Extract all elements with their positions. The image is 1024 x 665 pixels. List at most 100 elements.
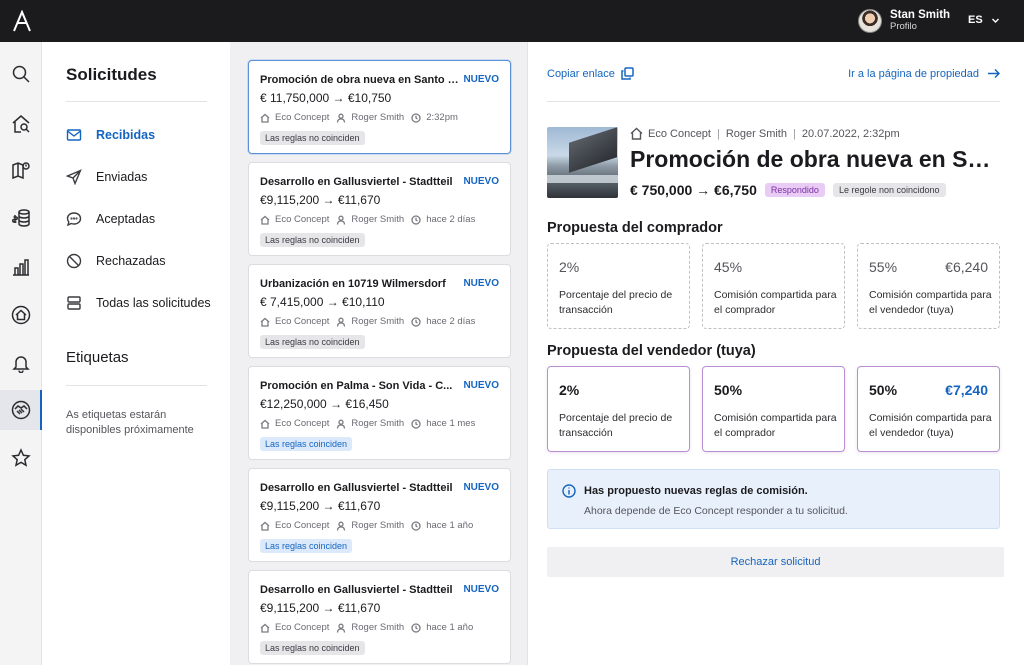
box-label: Comisión compartida para el vendedor (tu… [869,412,992,439]
language-selector[interactable]: ES [968,14,1000,26]
sidebar-item-aceptadas[interactable]: Aceptadas [66,209,155,229]
go-to-property-link[interactable]: Ir a la página de propiedad [848,67,1000,80]
request-agent: Roger Smith [351,520,405,531]
avatar [858,9,882,33]
request-detail: Copiar enlace Ir a la página de propieda… [529,42,1024,665]
house-circle-icon [11,305,31,325]
request-time: hace 2 días [426,214,476,225]
separator: | [792,127,796,140]
box-value: 55% [869,259,898,275]
request-meta: Eco Concept Roger Smith hace 1 mes [260,418,482,429]
clock-icon [411,520,421,531]
request-meta: Eco Concept Roger Smith 2:32pm [260,112,465,123]
request-card[interactable]: Promoción en Palma - Son Vida - C... NUE… [248,366,511,460]
info-title: Has propuesto nuevas reglas de comisión. [584,485,808,497]
rule-badge: Las reglas no coinciden [260,131,365,145]
sidebar-item-label: Aceptadas [96,212,156,226]
request-agent: Roger Smith [351,214,405,225]
rail-home[interactable] [0,295,42,335]
rail-notifications[interactable] [0,343,42,383]
sidebar-item-label: Enviadas [96,170,148,184]
request-title: Promoción de obra nueva en Santo Est... [260,74,460,86]
user-menu[interactable]: Stan Smith Profilo [858,8,950,34]
request-price: €9,115,200 → €11,670 [260,193,381,207]
detail-title: Promoción de obra nueva en San... [630,146,1000,172]
sidebar-item-label: Rechazadas [96,254,166,268]
search-icon [12,65,30,83]
request-time: hace 2 días [426,316,476,327]
request-agent: Roger Smith [351,418,405,429]
user-icon [337,623,346,633]
request-company: Eco Concept [275,316,330,327]
handshake-icon [11,400,31,420]
sidebar-item-todas[interactable]: Todas las solicitudes [66,293,211,313]
reject-request-button[interactable]: Rechazar solicitud [547,547,1004,577]
request-time: hace 1 año [426,520,474,531]
request-meta: Eco Concept Roger Smith hace 1 año [260,622,480,633]
request-agent: Roger Smith [351,316,405,327]
copy-link-button[interactable]: Copiar enlace [547,67,634,80]
request-time: 2:32pm [426,112,458,123]
sidebar-item-label: Todas las solicitudes [96,296,211,310]
request-company: Eco Concept [275,418,330,429]
request-company: Eco Concept [275,622,330,633]
user-profile-label: Profilo [890,21,917,33]
rail-favorites[interactable] [0,438,42,478]
bell-icon [12,356,30,373]
house-icon [630,127,643,140]
request-agent: Roger Smith [351,112,405,123]
copy-icon [621,67,634,80]
tags-title: Etiquetas [66,349,129,366]
rail-deals[interactable] [0,390,42,430]
request-meta: Eco Concept Roger Smith hace 1 año [260,520,480,531]
info-icon [562,484,576,498]
request-title: Desarrollo en Gallusviertel - Stadtteil [260,482,453,494]
divider [66,101,207,102]
request-title: Promoción en Palma - Son Vida - C... [260,380,453,392]
sidebar-item-rechazadas[interactable]: Rechazadas [66,251,166,271]
user-icon [337,521,346,531]
chevron-down-icon [991,18,999,23]
rail-finance[interactable] [0,198,42,238]
blocked-icon [66,253,82,269]
seller-percentage-box[interactable]: 2% Porcentaje del precio de transacción [547,366,690,452]
buyer-proposal-title: Propuesta del comprador [547,220,723,236]
user-icon [337,317,346,327]
rule-badge: Le regole non coincidono [832,183,946,197]
map-pin-icon [12,162,30,180]
request-company: Eco Concept [275,214,330,225]
request-card[interactable]: Promoción de obra nueva en Santo Est... … [248,60,511,154]
rail-map[interactable] [0,150,42,190]
rail-analytics[interactable] [0,247,42,287]
app-logo-icon[interactable] [12,10,32,32]
chat-icon [66,212,82,227]
detail-meta: Eco Concept | Roger Smith | 20.07.2022, … [630,127,900,140]
chart-icon [13,259,29,276]
user-icon [337,215,346,225]
house-icon [260,317,270,327]
request-list: Promoción de obra nueva en Santo Est... … [230,42,528,665]
seller-commission-buyer-box[interactable]: 50% Comisión compartida para el comprado… [702,366,845,452]
clock-icon [411,316,421,327]
sidebar-item-enviadas[interactable]: Enviadas [66,167,147,187]
rail-property-search[interactable] [0,104,42,144]
box-amount: €6,240 [945,259,988,275]
house-icon [260,113,270,123]
request-card[interactable]: Desarrollo en Gallusviertel - Stadtteil … [248,570,511,664]
rail-search[interactable] [0,54,42,94]
request-price: €12,250,000 → €16,450 [260,397,389,411]
house-search-icon [12,115,30,133]
request-price: € 11,750,000 → €10,750 [260,91,392,105]
seller-commission-seller-box[interactable]: 50% €7,240 Comisión compartida para el v… [857,366,1000,452]
box-value: 50% [869,382,898,398]
property-thumbnail[interactable] [547,127,618,198]
rule-badge: Las reglas no coinciden [260,335,365,349]
box-value: 2% [559,259,580,275]
sidebar-item-recibidas[interactable]: Recibidas [66,125,155,145]
request-card[interactable]: Urbanización en 10719 Wilmersdorf NUEVO … [248,264,511,358]
request-card[interactable]: Desarrollo en Gallusviertel - Stadtteil … [248,468,511,562]
request-card[interactable]: Desarrollo en Gallusviertel - Stadtteil … [248,162,511,256]
buyer-commission-buyer-box: 45% Comisión compartida para el comprado… [702,243,845,329]
request-time: hace 1 mes [426,418,476,429]
status-badge: Respondido [764,183,825,197]
